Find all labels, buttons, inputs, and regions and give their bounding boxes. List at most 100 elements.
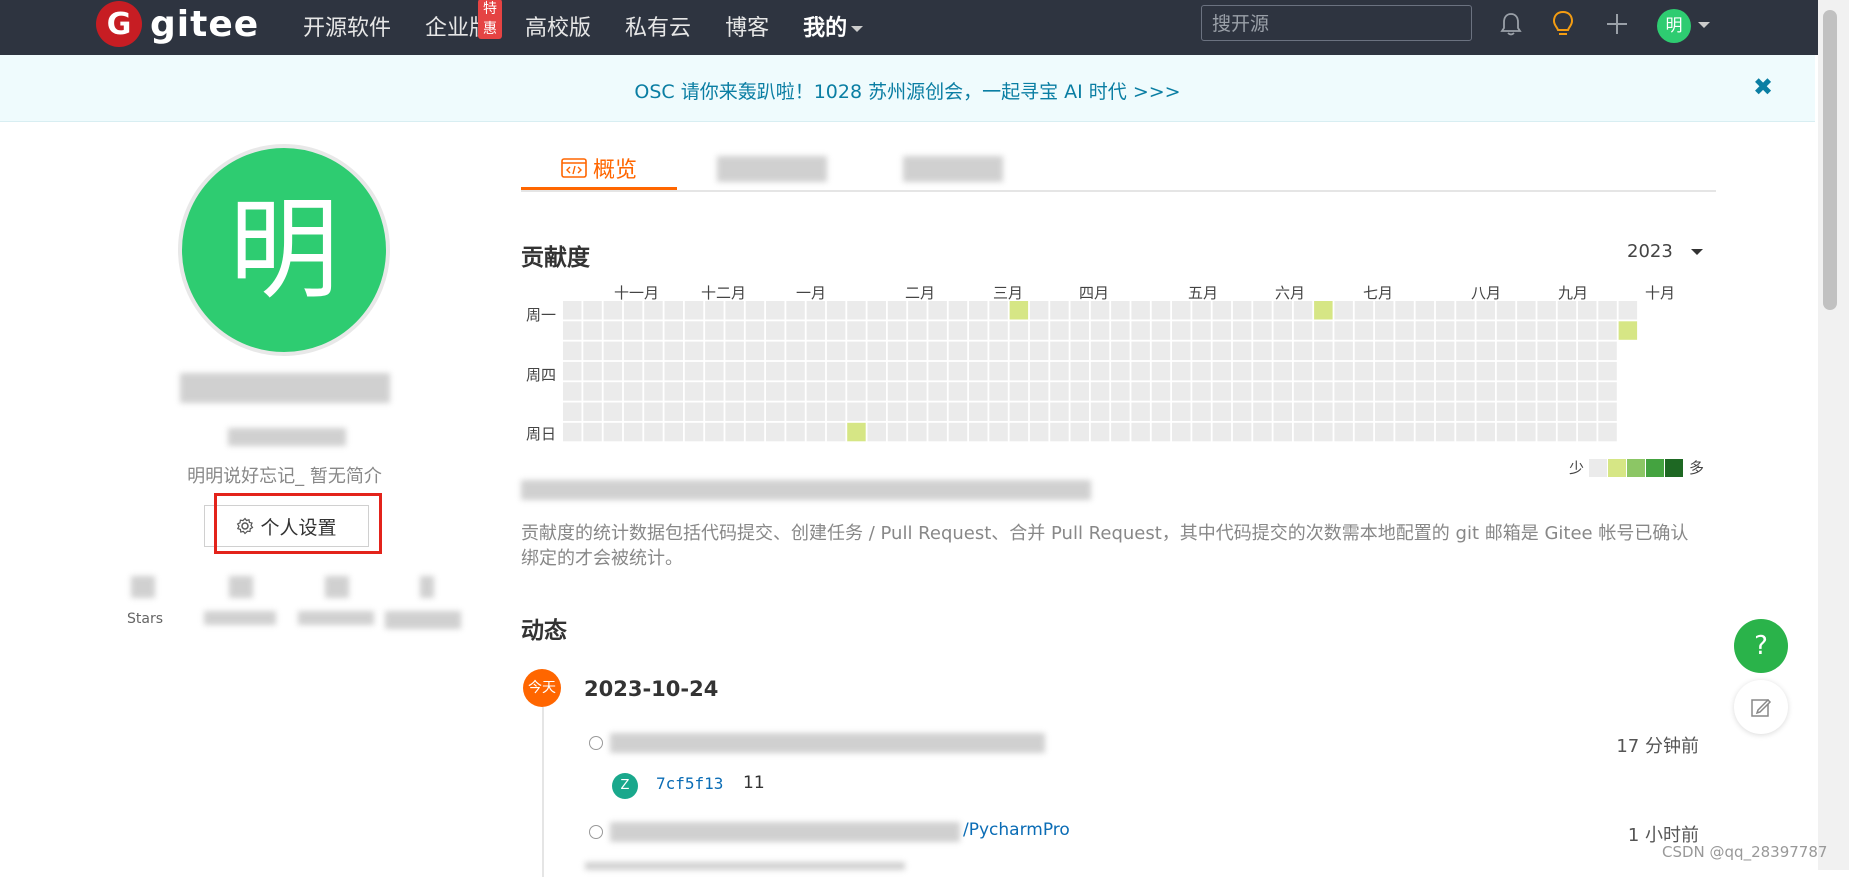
repo-link[interactable]: /PycharmPro xyxy=(963,820,1070,840)
weekday-label: 周日 xyxy=(526,425,557,443)
heatmap-cell xyxy=(705,361,724,381)
nav-item-enterprise[interactable]: 企业版 特惠 xyxy=(425,0,503,42)
heatmap-cell xyxy=(705,402,724,421)
heatmap-cell xyxy=(928,321,947,340)
heatmap-cell xyxy=(887,402,907,421)
blurred-activity-text[interactable] xyxy=(610,822,960,842)
nav-item-private-cloud[interactable]: 私有云 xyxy=(625,10,691,42)
heatmap-cell xyxy=(766,361,785,381)
nav-item-blog[interactable]: 博客 xyxy=(725,10,769,42)
heatmap-cell xyxy=(1435,422,1455,442)
commit-hash-link[interactable]: 7cf5f13 xyxy=(656,774,723,793)
user-avatar[interactable]: 明 xyxy=(1657,9,1691,43)
announcement-banner: OSC 请你来轰趴啦！1028 苏州源创会，一起寻宝 AI 时代 >>> ✖ xyxy=(0,55,1815,122)
heatmap-cell xyxy=(603,361,623,381)
nav-item-open-source[interactable]: 开源软件 xyxy=(303,10,391,42)
heatmap-cell xyxy=(1232,382,1252,401)
heatmap-cell xyxy=(1090,361,1110,381)
heatmap-cell xyxy=(583,361,602,381)
heatmap-cell xyxy=(806,321,826,340)
heatmap-cell xyxy=(644,321,663,340)
heatmap-cell xyxy=(887,321,907,340)
scrollbar-thumb[interactable] xyxy=(1823,10,1837,310)
heatmap-cell xyxy=(644,382,663,401)
heatmap-cell xyxy=(887,382,907,401)
plus-icon[interactable] xyxy=(1603,10,1631,38)
heatmap-cell xyxy=(563,301,582,320)
heatmap-cell xyxy=(725,341,744,361)
heatmap-cell xyxy=(1090,321,1110,340)
heatmap-cell xyxy=(1557,402,1577,421)
heatmap-cell xyxy=(1415,361,1435,381)
heatmap-cell xyxy=(1131,361,1150,381)
chevron-down-icon[interactable] xyxy=(1691,249,1703,255)
heatmap-cell xyxy=(1375,422,1394,442)
heatmap-cell xyxy=(1578,382,1597,401)
heatmap-cell xyxy=(1293,321,1313,340)
nav-item-mine[interactable]: 我的 xyxy=(803,10,864,42)
stars-label[interactable]: Stars xyxy=(127,611,163,627)
blurred-activity-text[interactable] xyxy=(610,733,1045,753)
heatmap-cell xyxy=(969,402,988,421)
heatmap-cell xyxy=(1232,301,1252,320)
heatmap-cell xyxy=(1090,382,1110,401)
heatmap-cell xyxy=(948,402,968,421)
heatmap-cell xyxy=(1009,301,1029,320)
code-window-icon xyxy=(561,157,587,178)
heatmap-cell xyxy=(806,402,826,421)
heatmap-cell xyxy=(1131,301,1150,320)
tab-blurred[interactable] xyxy=(717,156,827,182)
heatmap-cell xyxy=(1090,422,1110,442)
heatmap-cell xyxy=(1050,301,1069,320)
heatmap-cell xyxy=(1131,382,1150,401)
heatmap-cell xyxy=(1314,402,1333,421)
heatmap-cell xyxy=(1009,422,1029,442)
heatmap-cell xyxy=(1232,402,1252,421)
heatmap-cell xyxy=(1476,382,1495,401)
heatmap-cell xyxy=(867,321,886,340)
heatmap-cell xyxy=(826,382,846,401)
heatmap-cell xyxy=(1111,341,1130,361)
nav-item-education[interactable]: 高校版 xyxy=(525,10,591,42)
lightbulb-icon[interactable] xyxy=(1549,10,1577,38)
heatmap-cell xyxy=(1212,321,1232,340)
heatmap-cell xyxy=(867,361,886,381)
month-label: 一月 xyxy=(796,284,827,302)
heatmap-cell xyxy=(745,301,765,320)
search-input[interactable]: 搜开源 xyxy=(1201,5,1472,41)
announcement-link[interactable]: OSC 请你来轰趴啦！1028 苏州源创会，一起寻宝 AI 时代 >>> xyxy=(0,77,1815,104)
tab-blurred[interactable] xyxy=(903,156,1003,182)
heatmap-cell xyxy=(1598,382,1617,401)
heatmap-cell xyxy=(684,301,704,320)
heatmap-cell xyxy=(1253,341,1272,361)
weekday-label: 周四 xyxy=(526,366,557,384)
heatmap-cell xyxy=(1070,341,1089,361)
heatmap-cell xyxy=(1496,361,1516,381)
heatmap-cell xyxy=(1334,382,1353,401)
help-label: ? xyxy=(1754,631,1768,661)
gitee-logo[interactable]: G gitee xyxy=(96,1,259,47)
month-label: 五月 xyxy=(1188,284,1219,302)
heatmap-cell xyxy=(1192,301,1211,320)
feedback-button[interactable] xyxy=(1734,680,1788,734)
top-navbar: G gitee 开源软件 企业版 特惠 高校版 私有云 博客 我的 搜开源 明 xyxy=(0,0,1818,55)
heatmap-cell xyxy=(644,361,663,381)
heatmap-cell xyxy=(563,341,582,361)
heatmap-cell xyxy=(826,422,846,442)
heatmap-cell xyxy=(908,301,927,320)
heatmap-cell xyxy=(1496,382,1516,401)
heatmap-cell xyxy=(766,341,785,361)
chevron-down-icon[interactable] xyxy=(1698,22,1710,28)
heatmap-cell xyxy=(1557,301,1577,320)
close-icon[interactable]: ✖ xyxy=(1753,73,1773,101)
commit-author-avatar[interactable]: Z xyxy=(612,773,638,799)
help-button[interactable]: ? xyxy=(1734,619,1788,673)
heatmap-cell xyxy=(1111,301,1130,320)
heatmap-cell xyxy=(1070,402,1089,421)
year-select[interactable]: 2023 xyxy=(1627,241,1673,262)
heatmap-cell xyxy=(826,321,846,340)
scrollbar[interactable] xyxy=(1818,0,1849,870)
heatmap-cell xyxy=(887,301,907,320)
tab-overview[interactable]: 概览 xyxy=(521,148,677,190)
bell-icon[interactable] xyxy=(1497,10,1525,38)
